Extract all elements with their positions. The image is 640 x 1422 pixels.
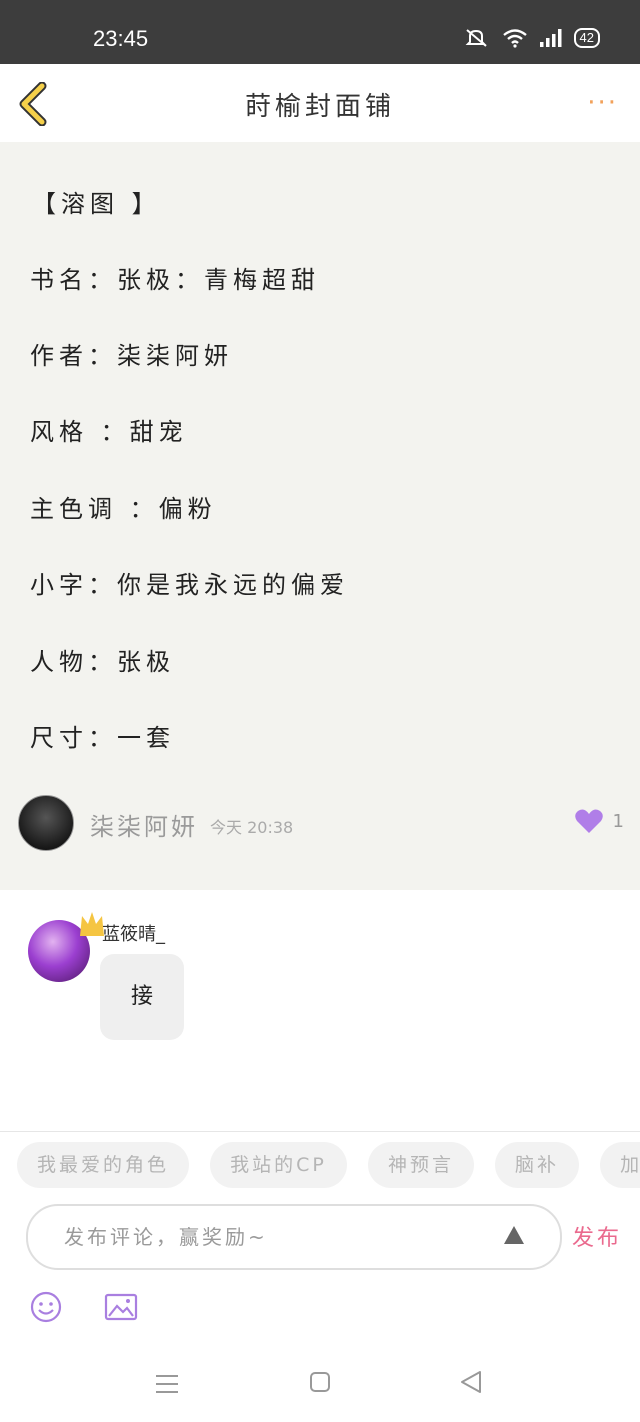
comment-input[interactable] <box>62 1220 486 1254</box>
commenter-name[interactable]: 蓝筱晴_ <box>102 920 165 946</box>
signal-icon <box>539 29 562 47</box>
post-line-style: 风格 ：甜宠 <box>30 418 188 446</box>
post-line-caption: 小字：你是我永远的偏爱 <box>30 571 349 599</box>
post-card: 【溶图 】 书名：张极：青梅超甜 作者：柒柒阿妍 风格 ：甜宠 主色调 ：偏粉 … <box>0 142 640 890</box>
avatar[interactable] <box>18 795 74 851</box>
status-time: 23:45 <box>93 26 149 51</box>
post-timestamp: 今天 20:38 <box>210 818 294 837</box>
wifi-icon <box>502 29 527 48</box>
emoji-icon[interactable] <box>30 1291 62 1323</box>
menu-icon[interactable] <box>155 1373 179 1395</box>
post-line-character: 人物：张极 <box>30 648 175 676</box>
tag-imagination[interactable]: 脑补 <box>495 1142 580 1188</box>
send-button[interactable]: 发布 <box>572 1220 622 1252</box>
comment-bubble: 接 <box>100 954 184 1040</box>
battery-icon: 42 <box>573 28 600 48</box>
post-line-tag: 【溶图 】 <box>32 190 161 218</box>
like-count: 1 <box>612 811 624 832</box>
image-icon[interactable] <box>104 1292 138 1322</box>
tag-favorite-character[interactable]: 我最爱的角色 <box>17 1142 190 1188</box>
mute-icon <box>465 29 487 47</box>
post-line-title: 书名：张极：青梅超甜 <box>30 266 320 294</box>
post-line-author: 作者：柒柒阿妍 <box>30 342 233 370</box>
title-bar: 莳榆封面铺 ··· <box>0 64 640 143</box>
status-bar: 23:45 42 <box>0 0 640 64</box>
home-icon[interactable] <box>309 1371 331 1393</box>
tag-more[interactable]: 加 <box>600 1142 640 1188</box>
heart-icon[interactable] <box>574 807 604 835</box>
tag-my-cp[interactable]: 我站的CP <box>210 1142 347 1188</box>
tag-prophecy[interactable]: 神预言 <box>367 1142 474 1188</box>
divider <box>0 1131 640 1132</box>
comment-list: 蓝筱晴_ 接 <box>0 890 640 1130</box>
system-nav-bar <box>0 1345 640 1422</box>
status-icons: 42 <box>464 28 600 48</box>
comment-input-box[interactable] <box>26 1204 562 1270</box>
send-up-icon[interactable] <box>502 1224 526 1246</box>
post-author-name[interactable]: 柒柒阿妍 <box>90 807 198 842</box>
more-icon[interactable]: ··· <box>587 88 618 118</box>
post-line-size: 尺寸：一套 <box>30 724 175 752</box>
quick-tags: 我最爱的角色 我站的CP 神预言 脑补 加 <box>17 1142 640 1190</box>
page-title: 莳榆封面铺 <box>244 92 395 122</box>
post-author-row: 柒柒阿妍 今天 20:38 1 <box>18 795 628 851</box>
back-icon[interactable] <box>458 1369 484 1395</box>
post-line-color: 主色调 ：偏粉 <box>30 495 217 523</box>
